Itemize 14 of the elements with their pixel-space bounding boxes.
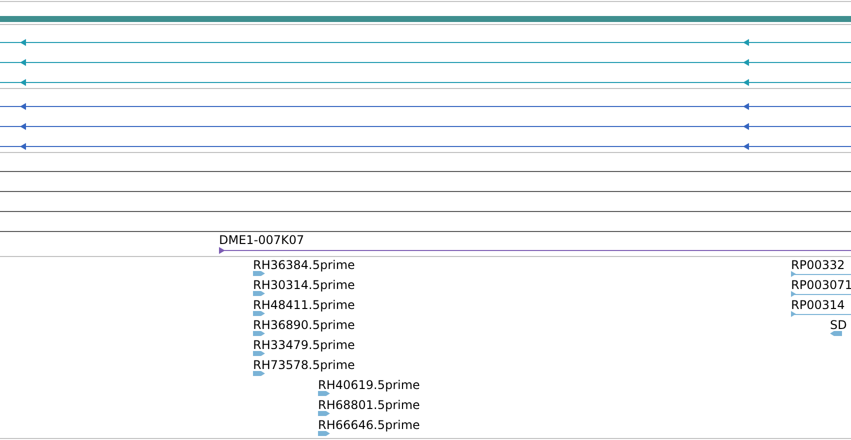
feature-label: DME1-007K07: [219, 233, 304, 247]
feature-label: RH33479.5prime: [253, 338, 355, 352]
feature-label: RH36384.5prime: [253, 258, 355, 272]
feature-label: RP00332: [791, 258, 845, 272]
feature-label: RH30314.5prime: [253, 278, 355, 292]
feature-label: RP003071: [791, 278, 851, 292]
feature-label: RH73578.5prime: [253, 358, 355, 372]
feature-label: RH36890.5prime: [253, 318, 355, 332]
feature-label: RH40619.5prime: [318, 378, 420, 392]
feature-label: RH66646.5prime: [318, 418, 420, 432]
feature-label: RH68801.5prime: [318, 398, 420, 412]
feature-label: RP00314: [791, 298, 845, 312]
feature-label: SD: [830, 318, 847, 332]
feature-label: RH48411.5prime: [253, 298, 355, 312]
